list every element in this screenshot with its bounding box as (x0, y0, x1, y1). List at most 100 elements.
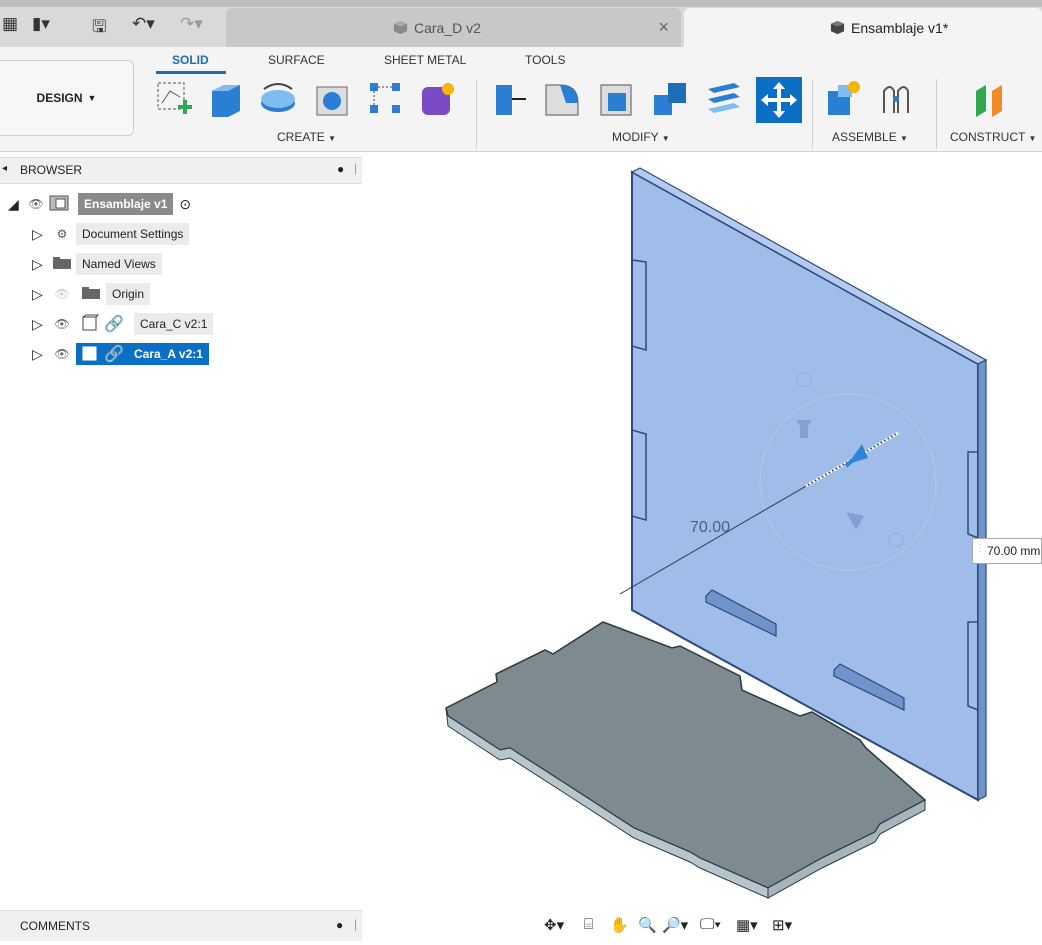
collapsed-triangle-icon[interactable]: ▷ (32, 316, 48, 333)
revolve-icon[interactable] (258, 77, 298, 121)
redo-icon[interactable]: ↷▾ (180, 14, 203, 34)
construct-menu[interactable]: CONSTRUCT ▼ (950, 130, 1036, 144)
folder-icon (76, 286, 106, 303)
construct-label: CONSTRUCT (950, 130, 1026, 144)
tree-item-label: Document Settings (76, 223, 190, 245)
tab-solid[interactable]: SOLID (172, 53, 209, 67)
create-sketch-icon[interactable] (154, 77, 194, 121)
toolbar-divider (936, 79, 937, 149)
pattern-icon[interactable] (366, 77, 406, 121)
look-at-icon[interactable]: ⌸ (584, 916, 593, 933)
title-strip (0, 0, 1042, 7)
press-pull-icon[interactable] (490, 77, 530, 121)
navigation-bar: ✥▾ ⌸ ✋ 🔍 🔎▾ 🖵▾ ▦▾ ⊞▾ (540, 912, 840, 940)
offset-plane-icon[interactable] (970, 77, 1010, 121)
tab-ensamblaje[interactable]: Ensamblaje v1* (684, 8, 1042, 47)
tab-sheet-metal[interactable]: SHEET METAL (384, 53, 466, 67)
toolbar-divider (812, 79, 813, 149)
pin-icon[interactable]: ● (337, 162, 344, 176)
display-settings-icon[interactable]: 🖵▾ (700, 916, 721, 933)
distance-input[interactable]: ⋮ 70.00 mm (972, 538, 1042, 564)
joint-icon[interactable] (876, 77, 916, 121)
collapsed-triangle-icon[interactable]: ▷ (32, 286, 48, 303)
extrude-icon[interactable] (206, 77, 246, 121)
create-form-icon[interactable] (418, 77, 458, 121)
tree-item-named-views[interactable]: ▷ Named Views (32, 253, 162, 275)
link-icon: 🔗 (104, 316, 124, 333)
component-icon (76, 314, 104, 335)
document-tab-bar: ▦ ▮▾ 🖫 ↶▾ ↷▾ Cara_D v2 × Ensamblaje v1* (0, 0, 1042, 47)
viewports-icon[interactable]: ⊞▾ (772, 916, 792, 934)
assemble-label: ASSEMBLE (832, 130, 897, 144)
tree-item-cara-a[interactable]: ▷ 👁 🔗 Cara_A v2:1 (32, 343, 209, 365)
eye-icon[interactable]: 👁 (24, 197, 48, 211)
expanded-triangle-icon[interactable]: ◢ (8, 196, 24, 213)
collapsed-triangle-icon[interactable]: ▷ (32, 256, 48, 273)
grid-icon[interactable]: ▦▾ (736, 916, 758, 934)
selected-item-highlight: 🔗 Cara_A v2:1 (76, 343, 209, 365)
eye-icon[interactable]: 👁 (48, 317, 76, 331)
tree-item-label: Named Views (76, 253, 162, 275)
workspace-switcher[interactable]: DESIGN ▼ (0, 60, 134, 136)
combine-icon[interactable] (650, 77, 690, 121)
zoom-icon[interactable]: 🔍 (638, 916, 657, 934)
save-icon[interactable]: 🖫 (92, 14, 106, 43)
tree-item-origin[interactable]: ▷ 👁 Origin (32, 283, 151, 305)
create-label: CREATE (277, 130, 325, 144)
tab-label: Ensamblaje v1* (851, 19, 949, 36)
fillet-icon[interactable] (542, 77, 582, 121)
close-icon[interactable]: × (658, 17, 669, 38)
chevron-down-icon: ▼ (1028, 134, 1037, 143)
chevron-down-icon: ▼ (87, 93, 97, 103)
offset-face-icon[interactable] (704, 77, 744, 121)
tab-cara-d[interactable]: Cara_D v2 × (226, 8, 681, 47)
comments-title: COMMENTS (20, 919, 90, 933)
app-grid-icon[interactable]: ▦ (2, 14, 18, 34)
active-tab-indicator (156, 71, 226, 74)
eye-hidden-icon[interactable]: 👁 (48, 287, 76, 301)
shell-icon[interactable] (596, 77, 636, 121)
assembly-cube-icon (830, 20, 845, 35)
collapsed-triangle-icon[interactable]: ▷ (32, 346, 48, 363)
chevron-down-icon: ▼ (900, 134, 908, 143)
dimension-label: 70.00 (690, 519, 730, 536)
assemble-menu[interactable]: ASSEMBLE ▼ (832, 130, 908, 144)
move-copy-button[interactable] (756, 77, 802, 123)
undo-icon[interactable]: ↶▾ (132, 14, 155, 34)
pan-hand-icon[interactable]: ✋ (610, 916, 629, 934)
hole-icon[interactable] (312, 77, 352, 121)
modify-menu[interactable]: MODIFY ▼ (612, 130, 670, 144)
tree-item-cara-c[interactable]: ▷ 👁 🔗 Cara_C v2:1 (32, 313, 214, 335)
browser-header[interactable]: ◂ BROWSER ● | (0, 157, 362, 184)
chevron-down-icon: ▼ (661, 134, 670, 143)
panel-resize-handle[interactable]: | (354, 161, 357, 175)
link-icon: 🔗 (104, 346, 124, 363)
activate-radio-icon[interactable]: ⊙ (179, 196, 191, 213)
component-cube-icon (393, 20, 408, 35)
file-menu-icon[interactable]: ▮▾ (32, 14, 50, 34)
panel-resize-handle[interactable]: | (354, 917, 357, 931)
move-arrows-icon (761, 82, 797, 118)
collapse-left-icon[interactable]: ◂ (2, 163, 7, 174)
tree-root[interactable]: ◢ 👁 Ensamblaje v1 ⊙ (8, 193, 191, 215)
gear-icon: ⚙ (56, 227, 68, 241)
tree-item-document-settings[interactable]: ▷ ⚙ Document Settings (32, 223, 190, 245)
new-component-icon[interactable] (824, 77, 864, 121)
root-label: Ensamblaje v1 (78, 193, 174, 215)
modify-label: MODIFY (612, 130, 659, 144)
add-comment-icon[interactable]: ● (336, 918, 343, 932)
tab-surface[interactable]: SURFACE (268, 53, 325, 67)
browser-title: BROWSER (20, 163, 83, 177)
comments-panel[interactable]: COMMENTS ● | (0, 910, 362, 941)
ribbon-toolbar: DESIGN ▼ SOLID SURFACE SHEET METAL TOOLS (0, 47, 1042, 152)
fit-zoom-icon[interactable]: 🔎▾ (662, 916, 688, 934)
collapsed-triangle-icon[interactable]: ▷ (32, 226, 48, 243)
orbit-icon[interactable]: ✥▾ (544, 916, 564, 934)
canvas-viewport[interactable]: 70.00 (370, 152, 1042, 912)
create-menu[interactable]: CREATE ▼ (277, 130, 336, 144)
drag-grip-icon[interactable]: ⋮ (975, 543, 985, 554)
folder-icon (48, 256, 76, 273)
tab-tools[interactable]: TOOLS (525, 53, 565, 67)
eye-icon[interactable]: 👁 (48, 347, 76, 361)
toolbar-divider (476, 79, 477, 149)
